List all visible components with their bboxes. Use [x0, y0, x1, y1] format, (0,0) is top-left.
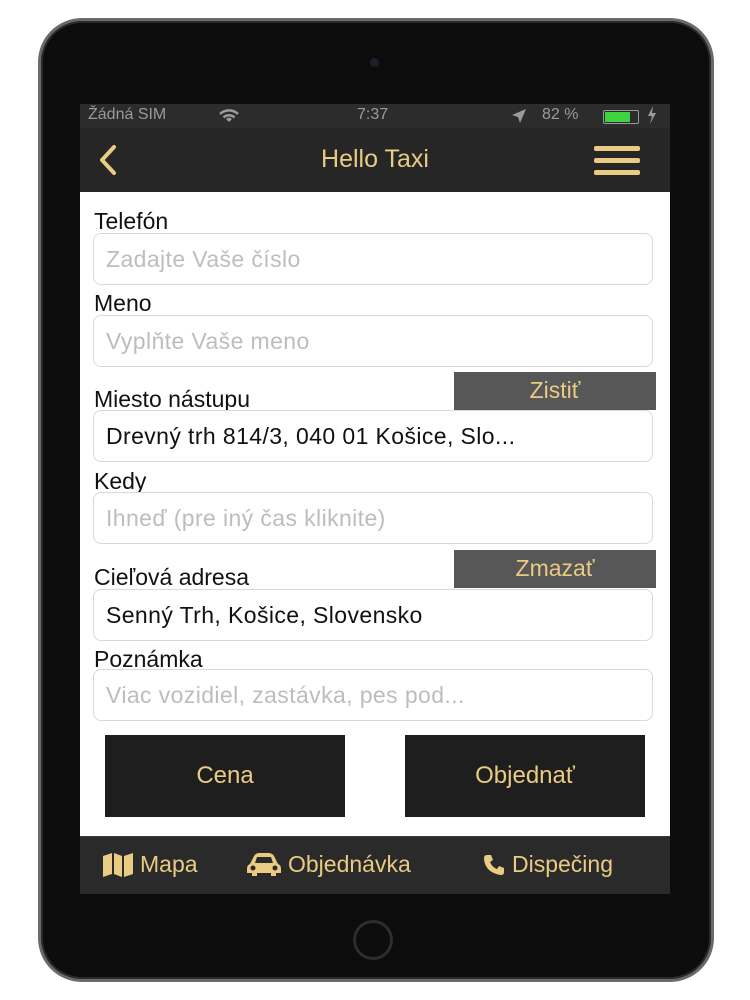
menu-bar-bottom: [594, 170, 640, 175]
carrier-label: Žádná SIM: [88, 106, 167, 123]
when-label: Kedy: [94, 468, 147, 494]
name-label: Meno: [94, 290, 152, 316]
destination-label: Cieľová adresa: [94, 564, 250, 590]
hamburger-menu-icon[interactable]: [594, 144, 642, 178]
page-title: Hello Taxi: [321, 145, 429, 173]
order-button[interactable]: Objednať: [405, 735, 645, 817]
menu-bar-middle: [594, 158, 640, 163]
phone-field[interactable]: Zadajte Vaše číslo: [93, 233, 653, 285]
status-bar: Žádná SIM 7:37 82 %: [80, 104, 670, 128]
pickup-label: Miesto nástupu: [94, 386, 250, 412]
pickup-field[interactable]: Drevný trh 814/3, 040 01 Košice, Slo...: [93, 410, 653, 462]
wifi-icon: [216, 105, 242, 130]
locate-button[interactable]: Zistiť: [454, 372, 656, 410]
app-screen: Žádná SIM 7:37 82 % Hello Taxi Telefón Z…: [80, 104, 670, 894]
clear-button[interactable]: Zmazať: [454, 550, 656, 588]
price-button[interactable]: Cena: [105, 735, 345, 817]
tab-order-label: Objednávka: [288, 851, 411, 877]
map-icon: [102, 852, 134, 878]
battery-fill: [605, 112, 630, 122]
tab-dispatch-label: Dispečing: [512, 851, 613, 877]
battery-percent: 82 %: [542, 106, 579, 123]
car-icon: [246, 852, 282, 878]
destination-field[interactable]: Senný Trh, Košice, Slovensko: [93, 589, 653, 641]
battery-icon: [603, 110, 639, 124]
phone-icon: [482, 853, 506, 877]
tab-dispatch[interactable]: Dispečing: [482, 851, 613, 878]
home-button[interactable]: [353, 920, 393, 960]
location-arrow-icon: [510, 107, 528, 130]
order-form: Telefón Zadajte Vaše číslo Meno Vyplňte …: [80, 192, 670, 836]
phone-label: Telefón: [94, 208, 169, 234]
tab-map-label: Mapa: [140, 851, 198, 877]
note-field[interactable]: Viac vozidiel, zastávka, pes pod...: [93, 669, 653, 721]
nav-bar: Hello Taxi: [80, 128, 670, 192]
when-field[interactable]: Ihneď (pre iný čas kliknite): [93, 492, 653, 544]
clock: 7:37: [357, 106, 389, 123]
tab-map[interactable]: Mapa: [102, 851, 198, 878]
menu-bar-top: [594, 146, 640, 151]
name-field[interactable]: Vyplňte Vaše meno: [93, 315, 653, 367]
tab-order[interactable]: Objednávka: [246, 851, 411, 878]
tab-bar: Mapa Objednávka Dispečing: [80, 836, 670, 894]
charging-bolt-icon: [647, 105, 657, 130]
front-camera: [370, 58, 379, 67]
